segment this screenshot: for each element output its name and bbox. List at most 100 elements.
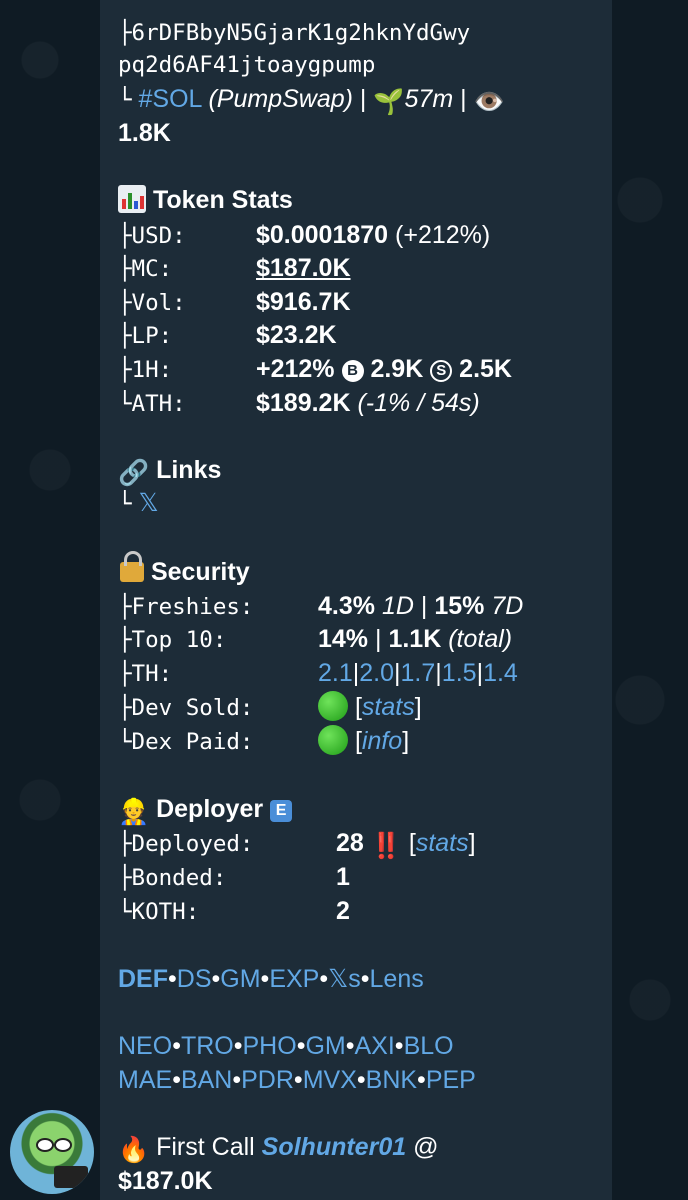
buy-icon: B bbox=[341, 360, 364, 382]
chain-hashtag-link[interactable]: #SOL bbox=[139, 85, 202, 113]
first-call-label: First Call bbox=[156, 1133, 255, 1161]
tree-branch: └ bbox=[118, 729, 132, 755]
tree-branch: ├ bbox=[118, 323, 132, 349]
security-row-dev-sold: ├Dev Sold: [stats] bbox=[118, 690, 422, 724]
tree-branch: ├ bbox=[118, 290, 132, 316]
links-heading: 🔗 Links bbox=[118, 453, 221, 487]
deployer-value: 2 bbox=[336, 897, 350, 925]
green-circle-icon bbox=[318, 691, 348, 721]
holder-link[interactable]: 1.5 bbox=[442, 659, 477, 687]
tool-link-def[interactable]: DEF bbox=[118, 965, 168, 993]
tree-branch: └ bbox=[118, 491, 132, 517]
tree-branch: ├ bbox=[118, 831, 132, 857]
bot-link-gm[interactable]: GM bbox=[305, 1032, 345, 1060]
holder-link[interactable]: 1.4 bbox=[483, 659, 518, 687]
holder-link[interactable]: 2.0 bbox=[359, 659, 394, 687]
security-label: TH: bbox=[131, 661, 173, 687]
bot-links-row-2: MAE•BAN•PDR•MVX•BNK•PEP bbox=[118, 1066, 476, 1094]
stat-value: +212% B 2.9K S 2.5K bbox=[256, 355, 512, 383]
stat-value: $189.2K (-1% / 54s) bbox=[256, 389, 480, 417]
market-cap-link[interactable]: $187.0K bbox=[256, 251, 351, 285]
worker-icon: 👷 bbox=[118, 798, 150, 826]
first-call-value: $187.0K bbox=[118, 1167, 213, 1195]
deployer-label: KOTH: bbox=[131, 899, 200, 925]
deployer-stats-link[interactable]: stats bbox=[416, 829, 469, 857]
separator: | bbox=[359, 85, 367, 113]
tree-branch: ├ bbox=[118, 357, 132, 383]
stat-row-lp: ├LP: $23.2K bbox=[118, 318, 337, 352]
tree-branch: ├ bbox=[118, 627, 132, 653]
sell-icon: S bbox=[430, 360, 453, 382]
deployer-value: 28 ‼️ [stats] bbox=[336, 826, 476, 863]
view-count: 1.8K bbox=[118, 119, 171, 147]
bot-link-blo[interactable]: BLO bbox=[404, 1032, 454, 1060]
stat-label: LP: bbox=[131, 323, 173, 349]
contract-address-line1[interactable]: ├6rDFBbyN5GjarK1g2hknYdGwy bbox=[118, 16, 470, 50]
deployer-row-bonded: ├Bonded: 1 bbox=[118, 860, 350, 894]
bot-link-mvx[interactable]: MVX bbox=[303, 1066, 357, 1094]
avatar-laptop bbox=[54, 1166, 88, 1188]
bot-link-neo[interactable]: NEO bbox=[118, 1032, 172, 1060]
x-twitter-link[interactable]: 𝕏 bbox=[139, 489, 159, 517]
deployer-label: Bonded: bbox=[131, 865, 227, 891]
stat-value: $916.7K bbox=[256, 288, 351, 316]
security-value: 4.3% 1D | 15% 7D bbox=[318, 592, 524, 620]
security-label: Freshies: bbox=[131, 594, 254, 620]
security-heading: Security bbox=[118, 551, 250, 589]
token-stats-heading: Token Stats bbox=[118, 183, 293, 217]
stat-value: $0.0001870 (+212%) bbox=[256, 221, 491, 249]
double-exclamation-icon: ‼️ bbox=[370, 832, 402, 860]
stat-row-ath: └ATH: $189.2K (-1% / 54s) bbox=[118, 386, 480, 420]
top-holders-values: 2.1|2.0|1.7|1.5|1.4 bbox=[318, 659, 518, 687]
deployer-row-koth: └KOTH: 2 bbox=[118, 894, 350, 928]
stat-row-mc: ├MC: $187.0K bbox=[118, 251, 351, 285]
at-symbol: @ bbox=[413, 1133, 439, 1161]
first-call-line: 🔥 First Call Solhunter01 @ bbox=[118, 1130, 438, 1164]
tree-branch: ├ bbox=[118, 661, 132, 687]
stat-row-1h: ├1H: +212% B 2.9K S 2.5K bbox=[118, 352, 512, 386]
security-title: Security bbox=[150, 558, 250, 586]
bot-link-tro[interactable]: TRO bbox=[181, 1032, 234, 1060]
holder-link[interactable]: 1.7 bbox=[401, 659, 436, 687]
e-badge-icon[interactable]: E bbox=[270, 800, 293, 822]
security-label: Top 10: bbox=[131, 627, 227, 653]
tool-link-xs[interactable]: 𝕏s bbox=[328, 965, 361, 993]
link-icon: 🔗 bbox=[118, 459, 150, 487]
tree-branch: ├ bbox=[118, 695, 132, 721]
green-circle-icon bbox=[318, 725, 348, 755]
security-row-top10: ├Top 10: 14% | 1.1K (total) bbox=[118, 622, 512, 656]
security-row-th: ├TH: 2.1|2.0|1.7|1.5|1.4 bbox=[118, 656, 518, 690]
stat-label: 1H: bbox=[131, 357, 173, 383]
bot-link-ban[interactable]: BAN bbox=[181, 1066, 232, 1094]
links-row: └ 𝕏 bbox=[118, 486, 159, 520]
token-age: 57m bbox=[404, 85, 454, 113]
bot-link-pep[interactable]: PEP bbox=[426, 1066, 476, 1094]
tool-link-lens[interactable]: Lens bbox=[370, 965, 424, 993]
security-row-freshies: ├Freshies: 4.3% 1D | 15% 7D bbox=[118, 589, 523, 623]
bot-link-axi[interactable]: AXI bbox=[355, 1032, 395, 1060]
deployer-row-deployed: ├Deployed: 28 ‼️ [stats] bbox=[118, 826, 476, 860]
seedling-icon: 🌱 bbox=[373, 88, 405, 116]
deployer-heading: 👷 Deployer E bbox=[118, 792, 293, 826]
fire-icon: 🔥 bbox=[118, 1136, 150, 1164]
tool-link-gm[interactable]: GM bbox=[220, 965, 260, 993]
separator: | bbox=[460, 85, 467, 113]
bar-chart-icon bbox=[118, 185, 146, 213]
chain-info-line: └ #SOL (PumpSwap) | 🌱57m | 👁️ bbox=[118, 82, 505, 116]
bot-link-pho[interactable]: PHO bbox=[243, 1032, 297, 1060]
tool-link-exp[interactable]: EXP bbox=[269, 965, 319, 993]
tree-branch: ├ bbox=[118, 594, 132, 620]
bot-link-bnk[interactable]: BNK bbox=[366, 1066, 417, 1094]
tool-link-ds[interactable]: DS bbox=[177, 965, 212, 993]
tree-branch: ├ bbox=[118, 256, 132, 282]
bot-link-mae[interactable]: MAE bbox=[118, 1066, 172, 1094]
holder-link[interactable]: 2.1 bbox=[318, 659, 353, 687]
sender-avatar[interactable] bbox=[10, 1110, 94, 1194]
tools-links-row: DEF•DS•GM•EXP•𝕏s•Lens bbox=[118, 965, 424, 993]
contract-address-line2[interactable]: pq2d6AF41jtoaygpump bbox=[118, 48, 375, 82]
dev-stats-link[interactable]: stats bbox=[362, 693, 415, 721]
stat-row-usd: ├USD: $0.0001870 (+212%) bbox=[118, 218, 490, 252]
caller-link[interactable]: Solhunter01 bbox=[262, 1133, 406, 1161]
dex-info-link[interactable]: info bbox=[362, 727, 402, 755]
bot-link-pdr[interactable]: PDR bbox=[241, 1066, 294, 1094]
